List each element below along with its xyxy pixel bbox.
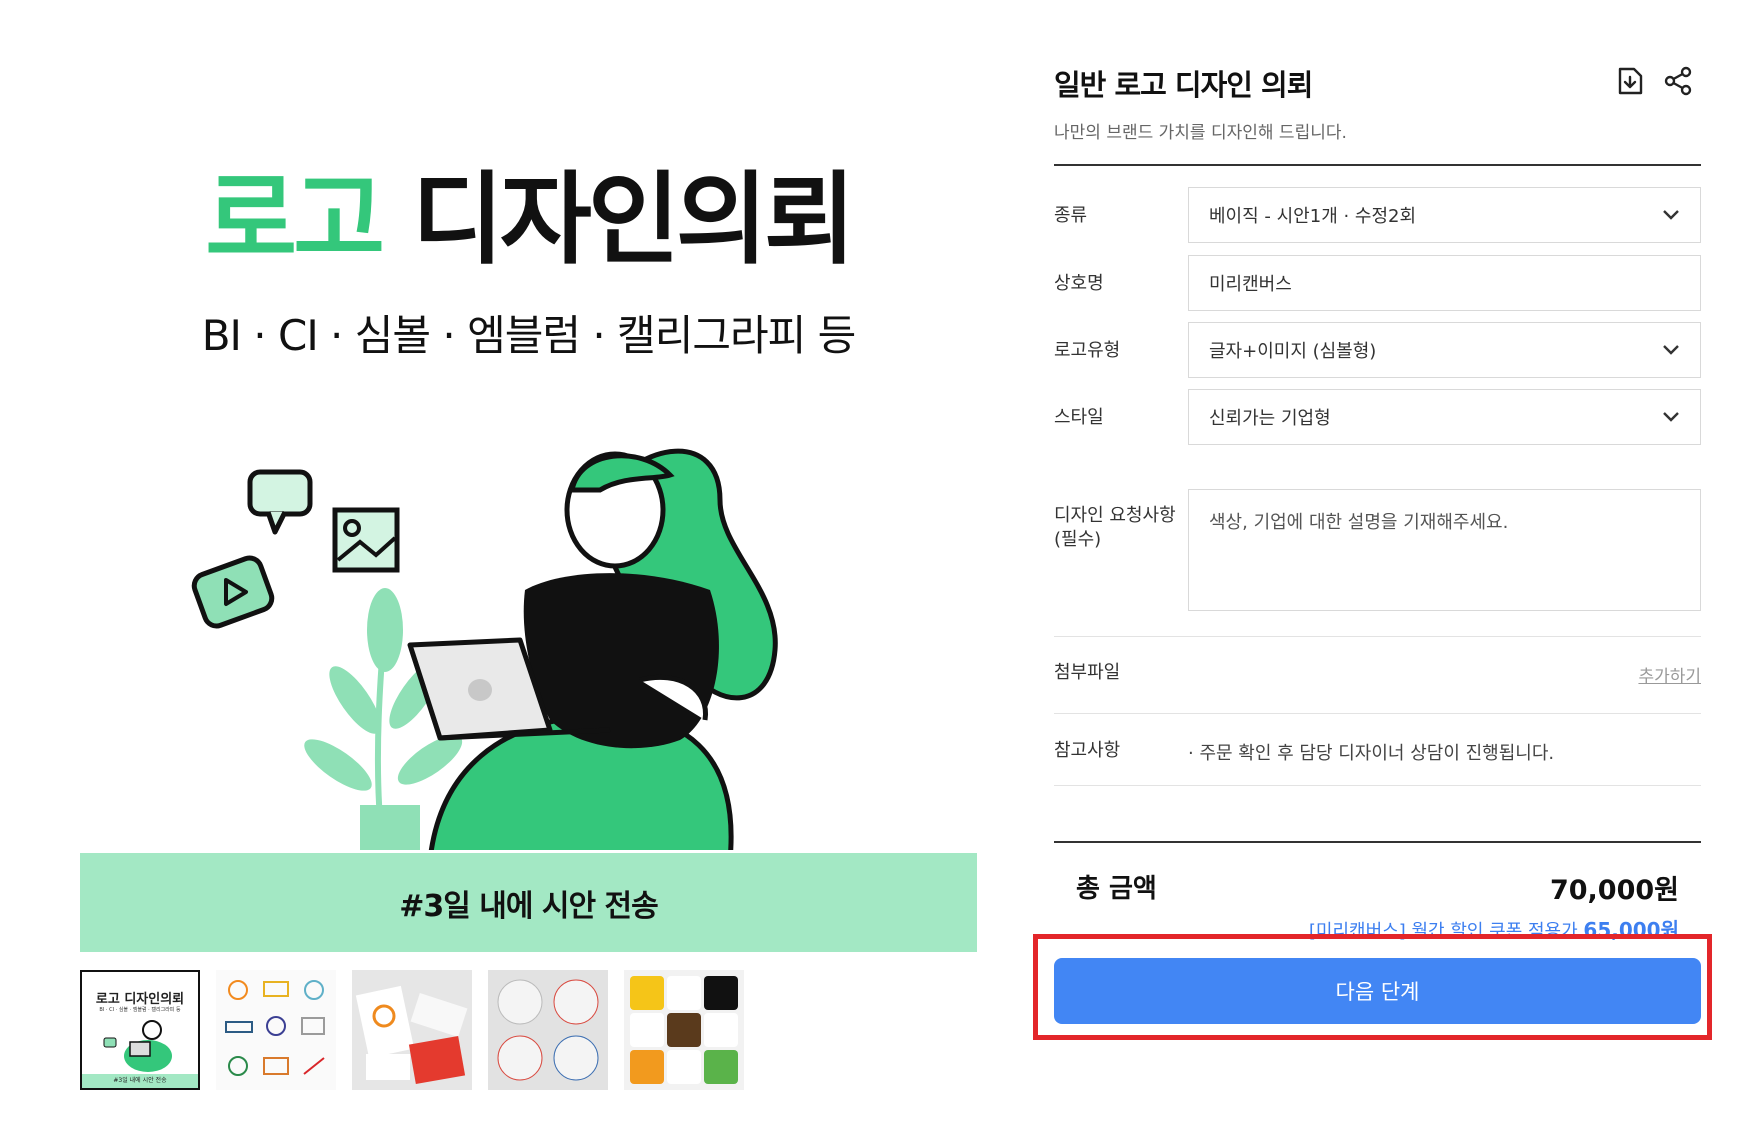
style-select[interactable]: 신뢰가는 기업형: [1188, 389, 1701, 445]
colorful-logo-samples: [624, 970, 744, 1090]
round-logo-samples: [488, 970, 608, 1090]
image-icon: [332, 507, 400, 573]
type-select[interactable]: 베이직 - 시안1개 · 수정2회: [1188, 187, 1701, 243]
note-text: · 주문 확인 후 담당 디자이너 상담이 진행됩니다.: [1188, 743, 1555, 764]
style-select-value: 신뢰가는 기업형: [1209, 408, 1331, 429]
chevron-down-icon: [1663, 345, 1679, 355]
hero-subtitle: BI · CI · 심볼 · 엠블럼 · 캘리그라피 등: [201, 311, 857, 360]
divider: [1054, 785, 1701, 786]
thumbnail-3[interactable]: [352, 970, 472, 1090]
share-icon[interactable]: [1661, 64, 1695, 98]
total-label: 총 금액: [1076, 874, 1157, 904]
next-step-button[interactable]: 다음 단계: [1054, 958, 1701, 1024]
product-description: 나만의 브랜드 가치를 디자인해 드립니다.: [1054, 123, 1347, 143]
design-request-textarea[interactable]: 색상, 기업에 대한 설명을 기재해주세요.: [1188, 489, 1701, 611]
woman-with-laptop-illustration: [191, 448, 778, 850]
thumbnail-mini-title: 로고 디자인의뢰: [95, 992, 185, 1007]
hero-band-text: #3일 내에 시안 전송: [80, 853, 977, 952]
woman-figure: [407, 448, 778, 850]
hero-title: 로고 디자인의뢰: [205, 161, 856, 278]
logo-type-select-value: 글자+이미지 (심볼형): [1209, 341, 1377, 362]
chevron-down-icon: [1663, 412, 1679, 422]
header-divider: [1054, 164, 1701, 166]
divider: [1054, 713, 1701, 714]
divider: [1054, 636, 1701, 637]
type-select-value: 베이직 - 시안1개 · 수정2회: [1209, 206, 1417, 227]
total-price: 70,000원: [1549, 875, 1679, 906]
logo-samples-grid: [216, 970, 336, 1090]
total-divider: [1054, 841, 1701, 843]
attachment-label: 첨부파일: [1054, 662, 1121, 683]
thumbnail-2[interactable]: [216, 970, 336, 1090]
coupon-price-info: [미리캔버스] 월간 할인 쿠폰 적용가 65,000원: [1309, 914, 1679, 943]
coupon-price: 65,000원: [1583, 918, 1679, 942]
chevron-down-icon: [1663, 210, 1679, 220]
logo-type-select[interactable]: 글자+이미지 (심볼형): [1188, 322, 1701, 378]
company-name-field[interactable]: 미리캔버스: [1188, 255, 1701, 311]
thumbnail-1[interactable]: 로고 디자인의뢰 BI · CI · 심볼 · 엠블럼 · 캘리그라피 등 #3…: [80, 970, 200, 1090]
company-name-label: 상호명: [1054, 273, 1104, 294]
play-video-icon: [191, 555, 275, 629]
thumbnail-strip: 로고 디자인의뢰 BI · CI · 심볼 · 엠블럼 · 캘리그라피 등 #3…: [80, 970, 744, 1090]
thumbnail-4[interactable]: [488, 970, 608, 1090]
note-label: 참고사항: [1054, 740, 1121, 761]
download-icon[interactable]: [1613, 64, 1647, 98]
product-title: 일반 로고 디자인 의뢰: [1054, 68, 1313, 102]
thumbnail-mini-subtitle: BI · CI · 심볼 · 엠블럼 · 캘리그라피 등: [99, 1007, 181, 1013]
business-card-mockup: [352, 970, 472, 1090]
thumbnail-mini-band: #3일 내에 시안 전송: [82, 1074, 198, 1088]
type-label: 종류: [1054, 205, 1088, 226]
thumbnail-5[interactable]: [624, 970, 744, 1090]
style-label: 스타일: [1054, 407, 1104, 428]
logo-type-label: 로고유형: [1054, 340, 1121, 361]
product-main-image: 로고 디자인의뢰 BI · CI · 심볼 · 엠블럼 · 캘리그라피 등 #3…: [80, 40, 977, 952]
design-request-placeholder: 색상, 기업에 대한 설명을 기재해주세요.: [1209, 512, 1509, 533]
thumbnail-mini-illustration: [103, 1020, 172, 1072]
coupon-text: [미리캔버스] 월간 할인 쿠폰 적용가: [1308, 921, 1578, 942]
design-request-label: 디자인 요청사항 (필수): [1054, 505, 1176, 551]
add-attachment-link[interactable]: 추가하기: [1638, 662, 1701, 687]
chat-bubble-icon: [247, 469, 313, 535]
company-name-value: 미리캔버스: [1209, 274, 1292, 295]
